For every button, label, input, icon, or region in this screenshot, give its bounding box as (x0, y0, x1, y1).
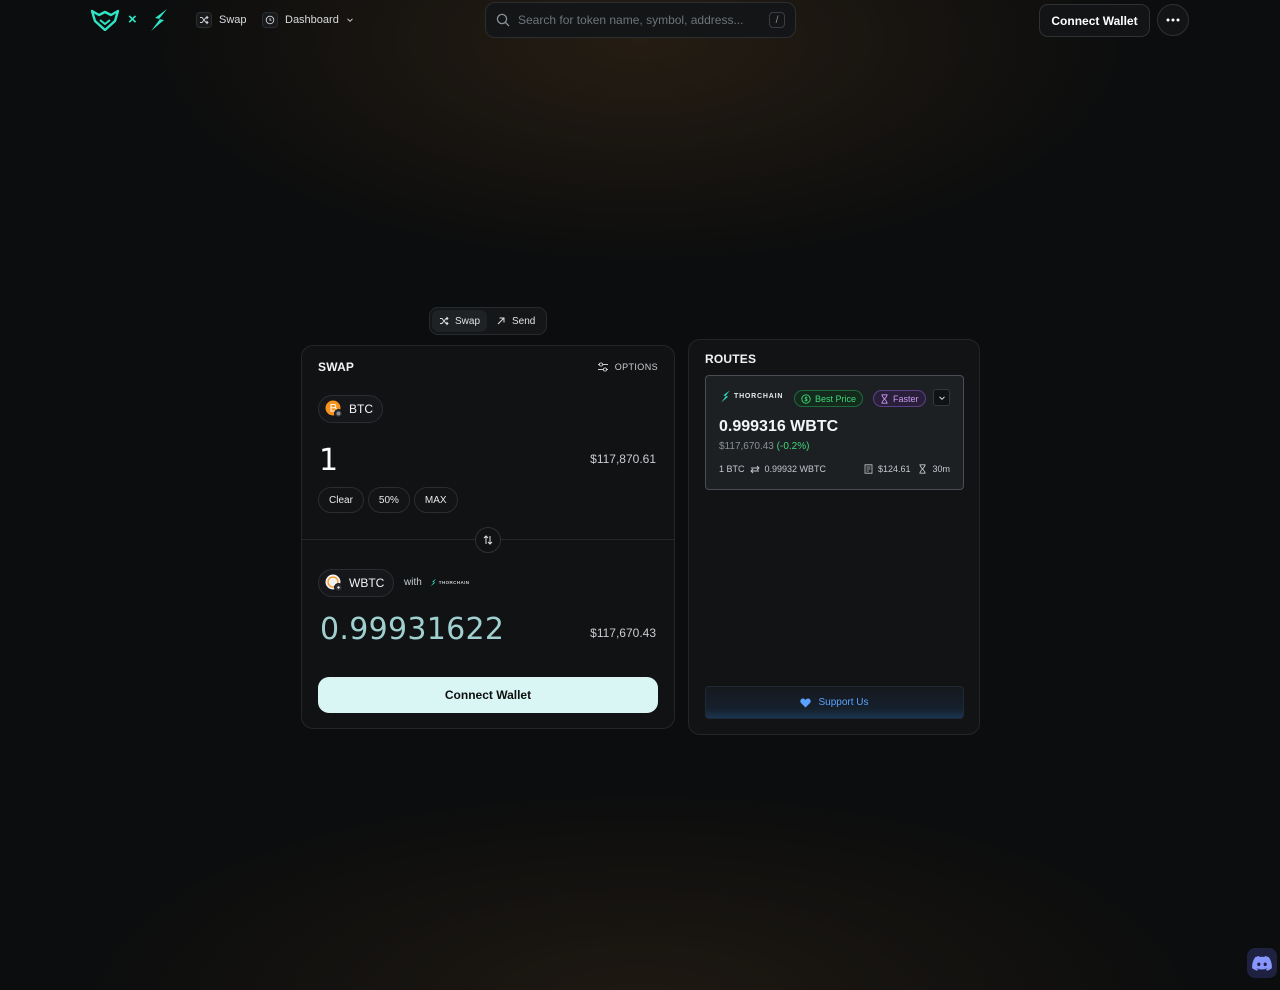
to-token-symbol: WBTC (349, 576, 385, 590)
wbtc-token-icon (325, 574, 343, 592)
connect-wallet-header-button[interactable]: Connect Wallet (1039, 4, 1150, 37)
swap-panel-title: SWAP (318, 360, 355, 374)
support-us-button[interactable]: Support Us (705, 686, 964, 719)
nav-dashboard[interactable]: Dashboard (262, 12, 354, 28)
mode-swap-label: Swap (455, 315, 481, 327)
thorchain-icon (721, 390, 730, 403)
route-provider: THORCHAIN (720, 390, 783, 403)
fox-logo-icon[interactable] (91, 9, 119, 31)
to-token-selector[interactable]: WBTC (318, 569, 395, 597)
shuffle-icon (440, 316, 449, 326)
routes-panel-title: ROUTES (705, 352, 757, 366)
route-rate-from: 1 BTC (719, 464, 745, 474)
with-provider-name: THORCHAIN (438, 580, 470, 585)
discord-icon (1252, 955, 1272, 971)
search-input[interactable] (518, 13, 769, 27)
mode-send-label: Send (512, 315, 536, 327)
heart-icon (800, 698, 812, 707)
clear-button[interactable]: Clear (318, 487, 364, 513)
from-token-symbol: BTC (349, 402, 373, 416)
chevron-down-icon (346, 18, 353, 23)
quick-amount-group: Clear 50% MAX (318, 487, 458, 513)
swap-panel: SWAP OPTIONS BTC 1 $117,870.61 Clear 50%… (301, 345, 675, 729)
search-icon (496, 13, 510, 27)
route-provider-name: THORCHAIN (734, 393, 784, 400)
mode-swap-button[interactable]: Swap (432, 310, 488, 332)
route-usd-line: $117,670.43 (-0.2%) (719, 441, 809, 452)
exchange-arrows-icon (749, 465, 760, 473)
more-menu-button[interactable] (1157, 4, 1189, 36)
hourglass-icon (881, 393, 888, 404)
discord-button[interactable] (1247, 948, 1277, 978)
swap-arrows-icon (483, 535, 493, 545)
dollar-circle-icon (801, 393, 811, 404)
best-price-badge: Best Price (794, 390, 864, 407)
options-label: OPTIONS (614, 362, 658, 372)
from-token-selector[interactable]: BTC (318, 395, 383, 423)
mode-send-button[interactable]: Send (489, 310, 542, 332)
route-card[interactable]: THORCHAIN Best Price Faster 0.999316 WBT… (705, 375, 964, 490)
faster-label: Faster (893, 393, 919, 404)
thorchain-icon (430, 578, 437, 587)
faster-badge: Faster (873, 390, 926, 407)
route-fee-time: $124.61 30m (864, 464, 950, 474)
logo-separator: × (128, 11, 137, 28)
routes-panel: ROUTES THORCHAIN Best Price Faster 0.999… (688, 339, 980, 735)
from-amount-input[interactable]: 1 (319, 443, 338, 478)
support-us-label: Support Us (818, 697, 869, 708)
btc-token-icon (325, 400, 343, 418)
route-expand-button[interactable] (933, 389, 950, 406)
clock-icon (262, 12, 278, 28)
route-output-amount: 0.999316 WBTC (719, 418, 839, 435)
nav-swap-label: Swap (219, 14, 247, 26)
route-fee: $124.61 (877, 464, 911, 474)
search-shortcut-hint: / (769, 12, 785, 28)
shuffle-icon (196, 12, 212, 28)
thorchain-logo-icon (151, 9, 167, 31)
to-usd-value: $117,670.43 (590, 626, 656, 640)
chevron-down-icon (938, 395, 945, 400)
route-provider-tag: with THORCHAIN (404, 577, 469, 588)
connect-wallet-button[interactable]: Connect Wallet (318, 677, 658, 713)
swap-send-toggle: Swap Send (429, 307, 547, 335)
thorchain-mini-logo: THORCHAIN (430, 578, 470, 587)
best-price-label: Best Price (815, 393, 857, 404)
nav-dashboard-label: Dashboard (285, 14, 339, 26)
flip-tokens-button[interactable] (475, 527, 501, 553)
route-time: 30m (932, 464, 950, 474)
route-usd-value: $117,670.43 (719, 441, 774, 452)
with-label: with (404, 577, 422, 588)
route-rate-to: 0.99932 WBTC (764, 464, 827, 474)
search-bar[interactable]: / (485, 2, 796, 38)
half-amount-button[interactable]: 50% (367, 487, 410, 513)
receipt-icon (864, 464, 873, 474)
options-button[interactable]: OPTIONS (597, 361, 658, 373)
route-price-impact: (-0.2%) (776, 441, 810, 452)
to-amount-output: 0.99931622 (320, 612, 505, 647)
sliders-icon (597, 362, 608, 372)
arrow-up-right-icon (497, 317, 505, 325)
more-dots-icon (1166, 18, 1180, 22)
max-amount-button[interactable]: MAX (413, 487, 458, 513)
from-usd-value: $117,870.61 (590, 452, 656, 466)
route-rate: 1 BTC 0.99932 WBTC (719, 464, 826, 474)
nav-swap[interactable]: Swap (196, 12, 247, 28)
hourglass-icon (919, 464, 926, 474)
